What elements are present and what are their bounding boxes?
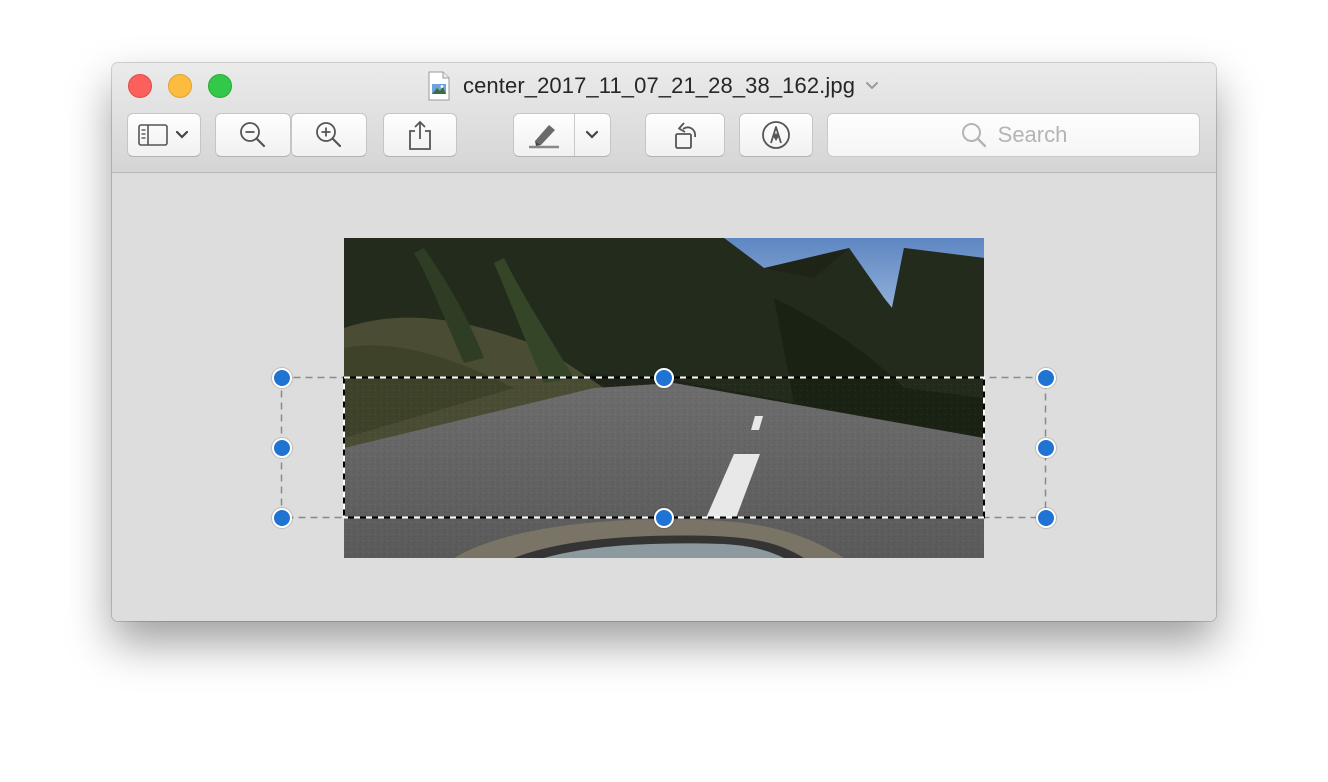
titlebar: center_2017_11_07_21_28_38_162.jpg Searc… <box>112 63 1216 173</box>
preview-window: center_2017_11_07_21_28_38_162.jpg Searc… <box>112 63 1216 621</box>
selection-handle-bottom-center[interactable] <box>654 508 674 528</box>
zoom-out-icon <box>240 122 266 148</box>
rotate-left-icon <box>675 122 696 149</box>
markup-toolbar-button[interactable] <box>739 113 813 157</box>
pen-circle-icon <box>762 121 790 149</box>
markup-highlight-button[interactable] <box>513 113 611 157</box>
chevron-down-icon <box>585 130 598 139</box>
search-placeholder: Search <box>997 122 1068 147</box>
share-icon <box>409 120 431 150</box>
window-title: center_2017_11_07_21_28_38_162.jpg <box>463 73 856 98</box>
maximize-button[interactable] <box>208 74 232 98</box>
jpeg-document-icon <box>428 71 450 101</box>
image-canvas[interactable] <box>112 173 1216 621</box>
minimize-button[interactable] <box>168 74 192 98</box>
zoom-out-button[interactable] <box>215 113 291 157</box>
search-field[interactable]: Search <box>827 113 1200 157</box>
selection-handle-top-left[interactable] <box>272 368 292 388</box>
share-button[interactable] <box>383 113 457 157</box>
zoom-in-button[interactable] <box>291 113 367 157</box>
close-button[interactable] <box>128 74 152 98</box>
rotate-button[interactable] <box>645 113 725 157</box>
search-icon <box>961 123 986 148</box>
chevron-down-icon <box>175 130 189 139</box>
selection-handle-top-right[interactable] <box>1036 368 1056 388</box>
window-title-area[interactable]: center_2017_11_07_21_28_38_162.jpg <box>428 70 879 102</box>
selection-handle-bottom-left[interactable] <box>272 508 292 528</box>
selection-handle-middle-left[interactable] <box>272 438 292 458</box>
selection-handle-middle-right[interactable] <box>1036 438 1056 458</box>
highlighter-icon <box>528 125 559 149</box>
zoom-in-icon <box>316 122 342 148</box>
chevron-down-icon[interactable] <box>865 81 879 91</box>
selection-handle-bottom-right[interactable] <box>1036 508 1056 528</box>
selection-handle-top-center[interactable] <box>654 368 674 388</box>
sidebar-view-button[interactable] <box>127 113 201 157</box>
sidebar-icon <box>138 124 168 146</box>
